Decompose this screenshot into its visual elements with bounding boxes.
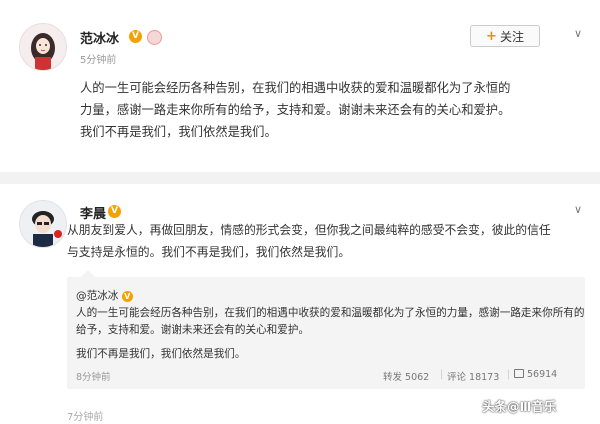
watermark: 头条@Ⅲ音乐 <box>482 399 557 414</box>
stat-separator: | <box>440 369 444 380</box>
quoted-line: 我们不再是我们，我们依然是我们。 <box>76 348 246 360</box>
comment-count[interactable]: 评论 18173 <box>447 369 499 383</box>
quoted-post[interactable]: @范冰冰 V 人的一生可能会经历各种告别，在我们的相遇中收获的爱和温暖都化为了永… <box>67 270 585 389</box>
member-badge-icon <box>147 30 162 45</box>
post-text: 人的一生可能会经历各种告别，在我们的相遇中收获的爱和温暖都化为了永恒的 力量，感… <box>80 77 510 143</box>
like-button[interactable]: 56914 <box>514 369 557 380</box>
post-text: 从朋友到爱人，再做回朋友，情感的形式会变，但你我之间最纯粹的感受不会变，彼此的信… <box>67 219 551 263</box>
quoted-line: 给予，支持和爱。谢谢未来还会有的关心和爱护。 <box>76 324 310 336</box>
post-time[interactable]: 7分钟前 <box>67 408 103 423</box>
post-line: 我们不再是我们，我们依然是我们。 <box>80 125 277 139</box>
verified-badge-icon: V <box>129 30 142 43</box>
verified-badge-icon: V <box>121 291 133 302</box>
repost-count[interactable]: 转发 5062 <box>383 369 429 383</box>
quoted-author: @范冰冰 V <box>76 288 133 303</box>
quoted-time[interactable]: 8分钟前 <box>76 369 111 383</box>
quoted-line: 人的一生可能会经历各种告别，在我们的相遇中收获的爱和温暖都化为了永恒的力量，感谢… <box>76 307 585 319</box>
like-count: 56914 <box>527 369 558 380</box>
follow-button[interactable]: + 关注 <box>470 25 540 47</box>
post-time[interactable]: 5分钟前 <box>80 51 116 66</box>
stat-separator: | <box>507 369 511 380</box>
post-line: 力量，感谢一路走来你所有的给予，支持和爱。谢谢未来还会有的关心和爱护。 <box>80 103 511 117</box>
feed-divider <box>0 172 600 184</box>
post-line: 从朋友到爱人，再做回朋友，情感的形式会变，但你我之间最纯粹的感受不会变，彼此的信… <box>67 223 551 237</box>
thumbs-up-icon <box>514 369 524 378</box>
follow-label: 关注 <box>499 29 524 44</box>
plus-icon: + <box>486 28 497 44</box>
author-name[interactable]: 范冰冰 <box>80 28 119 47</box>
chevron-down-icon[interactable]: ∨ <box>574 27 582 40</box>
post-line: 人的一生可能会经历各种告别，在我们的相遇中收获的爱和温暖都化为了永恒的 <box>80 81 511 95</box>
avatar[interactable] <box>19 23 67 71</box>
chevron-down-icon[interactable]: ∨ <box>574 203 582 216</box>
avatar[interactable] <box>19 200 67 248</box>
quoted-author-name[interactable]: @范冰冰 <box>76 290 118 302</box>
post-line: 与支持是永恒的。我们不再是我们，我们依然是我们。 <box>67 245 351 259</box>
verified-badge-icon: V <box>108 205 121 218</box>
